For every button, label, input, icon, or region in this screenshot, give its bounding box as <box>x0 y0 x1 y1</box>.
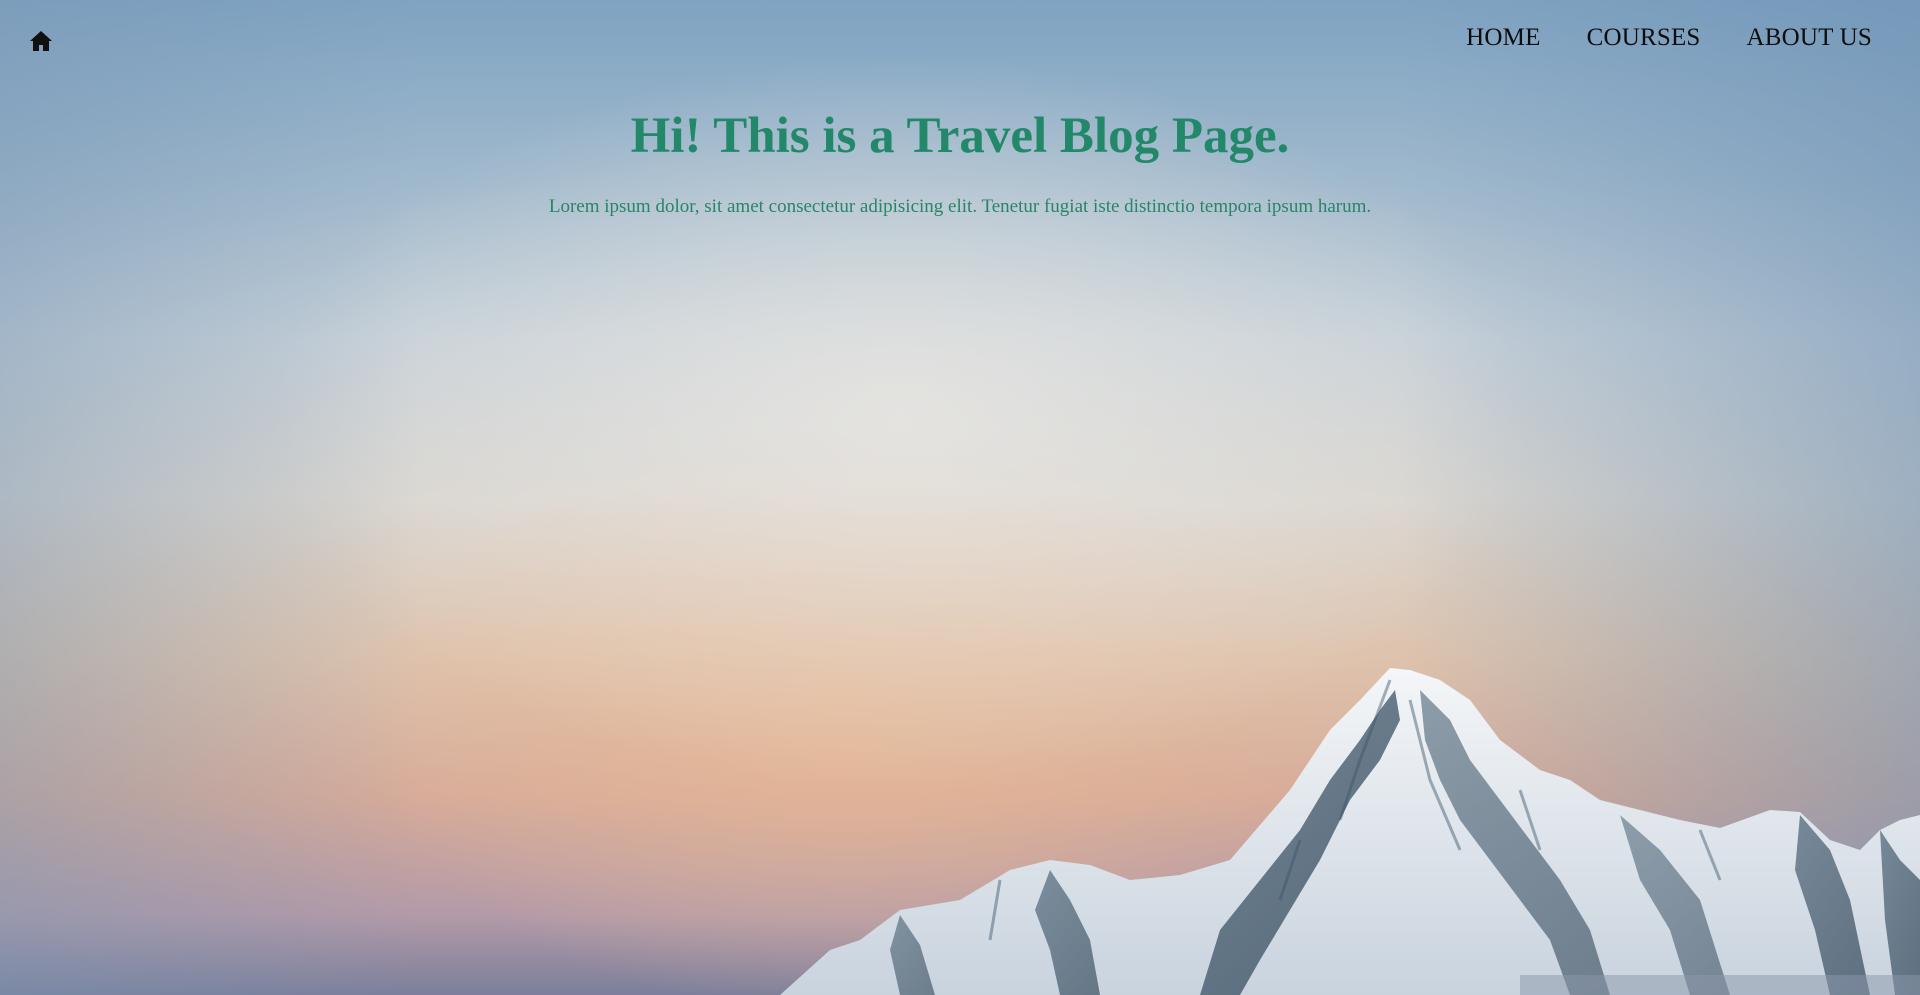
hero-section: Hi! This is a Travel Blog Page. Lorem ip… <box>0 104 1920 218</box>
hero-description: Lorem ipsum dolor, sit amet consectetur … <box>548 196 1372 217</box>
nav-link-about-us[interactable]: ABOUT US <box>1747 24 1872 52</box>
top-navbar: HOME COURSES ABOUT US <box>0 0 1920 84</box>
nav-links: HOME COURSES ABOUT US <box>1420 24 1872 52</box>
nav-link-courses[interactable]: COURSES <box>1587 24 1701 52</box>
nav-link-home[interactable]: HOME <box>1466 24 1540 52</box>
home-icon[interactable] <box>29 30 53 52</box>
hero-title: Hi! This is a Travel Blog Page. <box>630 108 1290 164</box>
